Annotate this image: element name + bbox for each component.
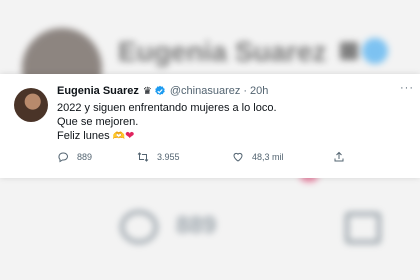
display-name[interactable]: Eugenia Suarez [57,85,139,97]
heart-emoji: ❤ [125,130,135,142]
like-button[interactable]: 48,3 mil [232,151,284,163]
retweet-button[interactable]: 3.955 [137,151,180,163]
reply-icon [58,152,68,163]
reply-button[interactable]: 889 [57,151,92,163]
tweet-actions: 889 3.955 48,3 mil [57,151,420,167]
tweet-line-3-text: Feliz lunes [57,130,110,142]
avatar[interactable] [14,88,48,122]
separator: · [243,85,248,97]
handle[interactable]: @chinasuarez [170,85,240,97]
bg-verified-icon [362,38,388,64]
share-icon [334,151,344,162]
bg-reply-icon [120,210,158,244]
crown-icon: ♛ [142,85,152,97]
tweet-line-2: Que se mejoren. [57,116,139,128]
tweet-line-3: Feliz lunes 🫶❤ [57,129,277,143]
like-count: 48,3 mil [252,152,284,162]
share-button[interactable] [333,151,353,163]
tweet-header: Eugenia Suarez ♛ @chinasuarez · 20h [57,85,268,97]
bg-reply-count: 889 [176,212,217,239]
like-icon [233,152,243,162]
bg-display-name: Eugenia Suarez [118,36,327,67]
tweet-line-1: 2022 y siguen enfrentando mujeres a lo l… [57,102,277,114]
bg-retweet-icon [345,212,381,244]
verified-badge-icon [155,85,165,96]
timestamp[interactable]: 20h [250,85,268,97]
bg-crown-icon [340,42,358,60]
retweet-count: 3.955 [157,152,180,162]
reply-count: 889 [77,152,93,162]
tweet-text: 2022 y siguen enfrentando mujeres a lo l… [57,101,277,143]
hands-emoji: 🫶 [112,131,126,142]
retweet-icon [137,152,149,162]
more-options-icon[interactable]: ··· [400,82,414,94]
